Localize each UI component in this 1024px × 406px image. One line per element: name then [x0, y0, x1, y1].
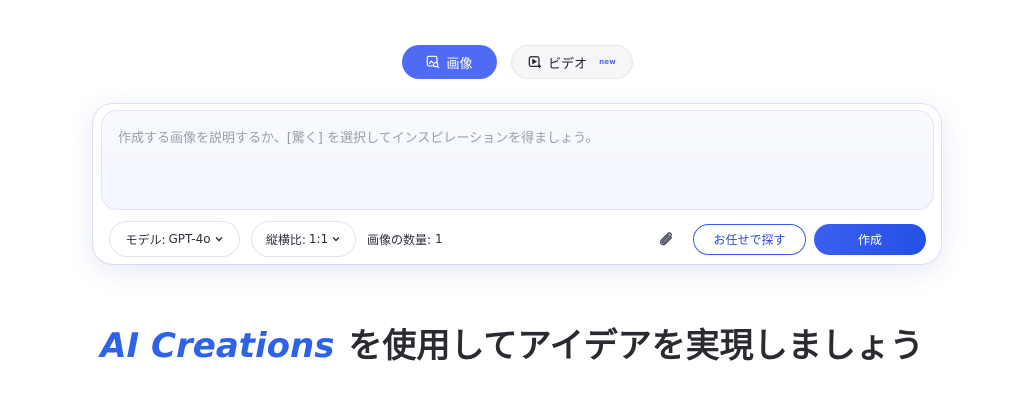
model-select[interactable]: モデル: GPT-4o — [109, 221, 240, 257]
brand-name: AI Creations — [100, 326, 335, 366]
headline-text: を使用してアイデアを実現しましょう — [348, 326, 924, 366]
new-badge: new — [599, 58, 616, 66]
model-value: GPT-4o — [168, 232, 211, 246]
chevron-down-icon — [332, 237, 340, 242]
media-type-tabs: 画像 ビデオ new — [402, 45, 633, 79]
prompt-input[interactable]: 作成する画像を説明するか、[驚く] を選択してインスピレーションを得ましょう。 — [101, 110, 934, 210]
surprise-label: お任せで探す — [713, 233, 786, 247]
create-button[interactable]: 作成 — [814, 224, 926, 255]
image-search-icon — [427, 55, 440, 69]
ratio-value: 1:1 — [308, 232, 329, 246]
image-count[interactable]: 画像の数量: 1 — [367, 221, 443, 257]
prompt-placeholder: 作成する画像を説明するか、[驚く] を選択してインスピレーションを得ましょう。 — [118, 131, 599, 146]
tab-video[interactable]: ビデオ new — [511, 45, 633, 79]
aspect-ratio-select[interactable]: 縦横比: 1:1 — [251, 221, 356, 257]
tab-image-label: 画像 — [446, 56, 473, 72]
surprise-button[interactable]: お任せで探す — [693, 224, 806, 255]
count-value: 1 — [435, 232, 443, 246]
video-play-icon — [528, 56, 542, 69]
count-label: 画像の数量: — [367, 232, 432, 247]
create-label: 作成 — [857, 233, 882, 247]
prompt-toolbar: モデル: GPT-4o 縦横比: 1:1 画像の数量: 1 お任せで探す 作成 — [107, 221, 927, 257]
ratio-label: 縦横比: — [265, 232, 306, 247]
headline: AI Creations を使用してアイデアを実現しましょう — [0, 318, 1024, 367]
prompt-card: 作成する画像を説明するか、[驚く] を選択してインスピレーションを得ましょう。 … — [93, 104, 941, 264]
paperclip-icon[interactable] — [657, 229, 677, 249]
tab-video-label: ビデオ — [548, 56, 588, 72]
chevron-down-icon — [215, 237, 223, 242]
tab-image[interactable]: 画像 — [402, 45, 497, 79]
model-label: モデル: — [125, 232, 166, 247]
